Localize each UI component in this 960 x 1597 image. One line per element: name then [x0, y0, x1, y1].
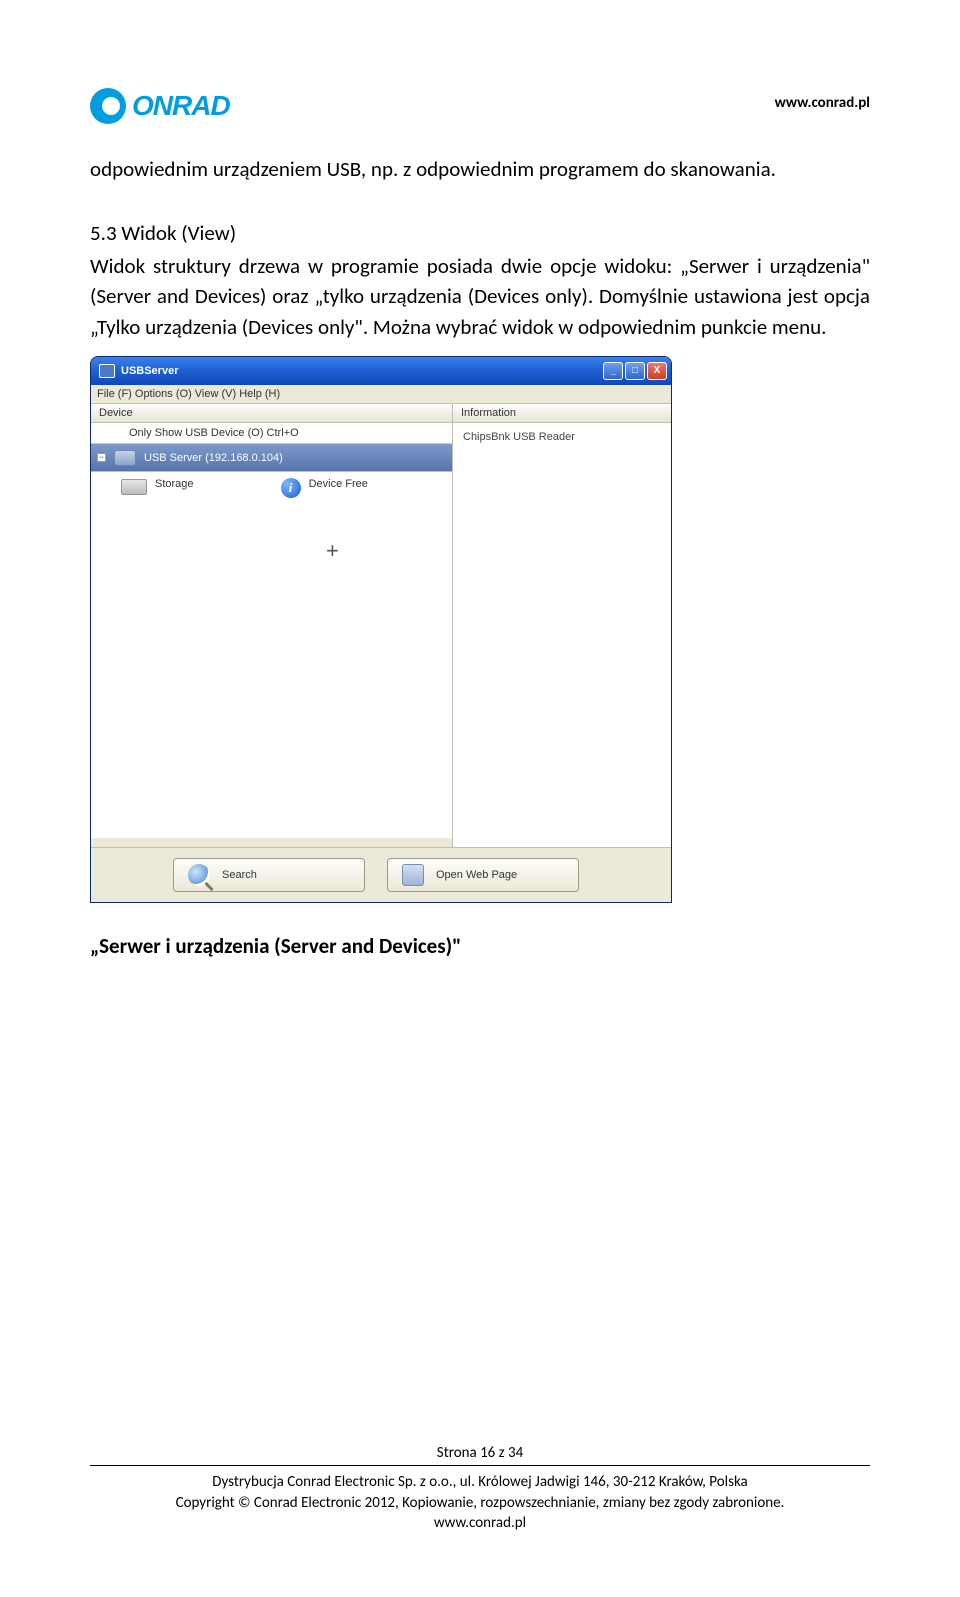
open-web-page-button[interactable]: Open Web Page	[387, 858, 579, 892]
section-body: Widok struktury drzewa w programie posia…	[90, 251, 870, 342]
button-bar: Search Open Web Page	[91, 848, 671, 902]
server-icon	[114, 450, 136, 466]
web-icon	[402, 864, 424, 886]
tree-whitespace: +	[91, 510, 452, 838]
intro-paragraph: odpowiednim urządzeniem USB, np. z odpow…	[90, 154, 870, 184]
left-pane: Device Only Show USB Device (O) Ctrl+O −…	[91, 404, 453, 847]
sub-heading: „Serwer i urządzenia (Server and Devices…	[90, 933, 870, 959]
search-button-label: Search	[222, 869, 257, 881]
logo-icon	[90, 88, 126, 124]
open-web-page-label: Open Web Page	[436, 869, 517, 881]
search-button[interactable]: Search	[173, 858, 365, 892]
info-content: ChipsBnk USB Reader	[453, 423, 671, 489]
view-submenu-item[interactable]: Only Show USB Device (O) Ctrl+O	[91, 423, 452, 444]
maximize-button[interactable]: □	[625, 362, 645, 380]
device-status-cell: i Device Free	[251, 472, 452, 510]
section-heading: 5.3 Widok (View)	[90, 218, 870, 248]
search-icon	[188, 864, 210, 886]
right-pane: Information ChipsBnk USB Reader	[453, 404, 671, 847]
page-header: ONRAD www.conrad.pl	[90, 88, 870, 124]
usbserver-window: USBServer _ □ X File (F) Options (O) Vie…	[90, 356, 672, 903]
information-column-header: Information	[453, 404, 671, 423]
footer-line1: Dystrybucja Conrad Electronic Sp. z o.o.…	[90, 1472, 870, 1492]
page-footer: Strona 16 z 34 Dystrybucja Conrad Electr…	[90, 1444, 870, 1533]
logo-text: ONRAD	[132, 90, 230, 122]
window-title: USBServer	[121, 365, 603, 377]
menubar[interactable]: File (F) Options (O) View (V) Help (H)	[91, 385, 671, 404]
status-label: Device Free	[309, 478, 368, 490]
app-icon	[99, 364, 115, 378]
server-label: USB Server (192.168.0.104)	[144, 452, 283, 464]
titlebar[interactable]: USBServer _ □ X	[91, 357, 671, 385]
minimize-button[interactable]: _	[603, 362, 623, 380]
plus-icon[interactable]: +	[326, 538, 339, 564]
tree-expander-icon[interactable]: −	[97, 453, 106, 462]
info-icon: i	[281, 478, 301, 498]
storage-icon	[121, 479, 147, 495]
info-whitespace	[453, 489, 671, 847]
logo: ONRAD	[90, 88, 230, 124]
footer-line3: www.conrad.pl	[90, 1513, 870, 1533]
header-url: www.conrad.pl	[775, 94, 870, 112]
footer-line2: Copyright © Conrad Electronic 2012, Kopi…	[90, 1493, 870, 1513]
device-column-header: Device	[91, 404, 452, 423]
device-storage-cell[interactable]: Storage	[91, 472, 251, 510]
footer-divider	[90, 1465, 870, 1466]
server-row[interactable]: − USB Server (192.168.0.104)	[91, 444, 452, 472]
storage-label: Storage	[155, 478, 194, 490]
page-number: Strona 16 z 34	[90, 1444, 870, 1462]
close-button[interactable]: X	[647, 362, 667, 380]
